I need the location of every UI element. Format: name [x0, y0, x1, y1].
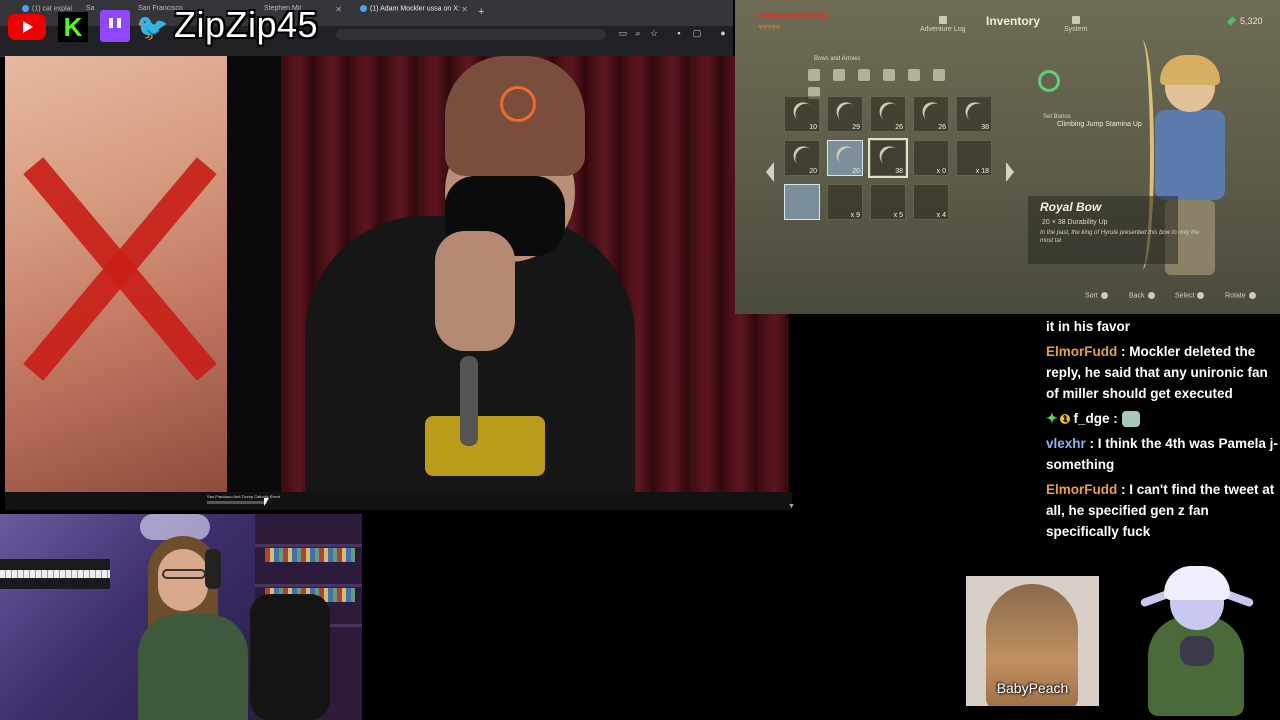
inventory-slot: 10 [784, 96, 820, 132]
avatar-label: BabyPeach [996, 680, 1069, 696]
button-icon [1147, 292, 1155, 299]
inventory-slot: 20 [784, 140, 820, 176]
streamer-top [138, 614, 248, 720]
inventory-slot: x 5 [870, 184, 906, 220]
inventory-slot-equipped [784, 184, 820, 220]
video-player[interactable] [5, 56, 789, 492]
hint-rotate: Rotate [1225, 292, 1256, 299]
glasses [162, 569, 206, 579]
inventory-slot: x 0 [913, 140, 949, 176]
inventory-slot: 26 [870, 96, 906, 132]
cast-icon[interactable]: ▭ [618, 28, 628, 38]
adventure-log-icon [938, 16, 947, 24]
star-icon[interactable]: ☆ [649, 28, 659, 38]
stamina-ring-icon [1038, 70, 1060, 92]
chat-username: ElmorFudd [1046, 482, 1118, 497]
chat-message: ✦ 1 f_dge : [1046, 408, 1280, 429]
inventory-slot: x 4 [913, 184, 949, 220]
chat-username: f_dge [1073, 411, 1110, 426]
chat-username: ElmorFudd [1046, 344, 1118, 359]
chat-message: vlexhr : I think the 4th was Pamela j-so… [1046, 436, 1278, 472]
twitter-icon [360, 5, 367, 12]
browser-tab-active[interactable]: (1) Adam Mockler ussa on X: ✕ [360, 5, 470, 22]
extra-hearts: ♥♥♥♥♥ [758, 22, 781, 32]
inventory-slot-equipped: 20 [827, 140, 863, 176]
item-stats: 20 × 38 Durability Up [1042, 219, 1108, 226]
category-label: Bows and Arrows [814, 56, 861, 62]
inventory-slot: x 18 [956, 140, 992, 176]
bow-icon [833, 69, 845, 81]
food-icon [933, 69, 945, 81]
chat-overlay: it in his favor ElmorFudd : Mockler dele… [1046, 306, 1280, 556]
headphones-icon [205, 549, 221, 589]
button-icon [1248, 292, 1256, 299]
profile-icon[interactable]: ● [718, 28, 728, 38]
weapon-icon [808, 69, 820, 81]
webcam-feed [0, 514, 362, 720]
hint-back: Back [1129, 292, 1155, 299]
mouse-cursor-icon [264, 498, 269, 506]
inventory-slot-selected: 38 [868, 138, 908, 178]
kick-icon: K [58, 12, 88, 42]
inventory-slot: x 9 [827, 184, 863, 220]
youtube-icon [8, 14, 46, 40]
button-icon [1100, 292, 1108, 299]
extension-icon[interactable]: ▪ [674, 28, 684, 38]
player-controls[interactable] [5, 492, 792, 510]
game-tab-adventure-log: Adventure Log [920, 16, 966, 33]
twitter-icon [22, 5, 29, 12]
video-progress-bar[interactable] [207, 501, 267, 504]
streamer-face [158, 549, 208, 611]
shirt-graphic [425, 416, 545, 476]
piano-keys [0, 570, 110, 578]
gaming-chair [250, 594, 330, 720]
inventory-slot: 26 [913, 96, 949, 132]
system-icon [1071, 16, 1080, 24]
microphone [460, 356, 478, 446]
button-icon [1197, 292, 1205, 299]
elf-mascot [1139, 566, 1255, 716]
video-title: San Francisco Anti-Trump Catholic Event [207, 494, 280, 499]
armor-icon [883, 69, 895, 81]
inventory-slot: 38 [956, 96, 992, 132]
game-tab-system: System [1064, 16, 1087, 33]
emote-icon [1121, 411, 1140, 428]
inventory-slot: 29 [827, 96, 863, 132]
shield-icon [858, 69, 870, 81]
scroll-down-icon[interactable]: ▼ [788, 503, 795, 510]
game-tab-inventory: Inventory [986, 14, 1041, 28]
performer-hand [435, 231, 515, 351]
chat-message: ElmorFudd : Mockler deleted the reply, h… [1046, 344, 1268, 401]
chat-username: vlexhr [1046, 436, 1086, 451]
cap-logo-icon [500, 86, 536, 122]
hint-select: Select [1175, 292, 1205, 299]
rupee-count: 5,320 [1240, 16, 1263, 26]
badge-icon: 1 [1059, 414, 1070, 425]
item-description: In the past, the king of Hyrule presente… [1040, 230, 1200, 244]
cat-icon [1180, 636, 1214, 666]
search-icon[interactable]: ⌕ [633, 28, 643, 38]
close-tab-icon[interactable]: ✕ [461, 5, 468, 14]
set-bonus-label: Set Bonus [1043, 114, 1071, 120]
subscriber-badge-icon: ✦ [1046, 410, 1058, 426]
category-icons [808, 68, 978, 99]
streamer-handle: ZipZip45 [174, 4, 319, 45]
close-tab-icon[interactable]: ✕ [335, 5, 342, 14]
twitch-icon [100, 10, 130, 42]
new-tab-button[interactable]: + [478, 6, 484, 18]
hint-sort: Sort [1085, 292, 1108, 299]
window-icon[interactable]: ▢ [692, 28, 702, 38]
chat-message: ElmorFudd : I can't find the tweet at al… [1046, 482, 1275, 539]
material-icon [908, 69, 920, 81]
item-name: Royal Bow [1040, 200, 1102, 214]
twitter-icon: 🐦 [136, 12, 169, 42]
heart-containers: ♥♥♥♥♥♥♥♥♥♥♥♥♥♥♥♥ [758, 11, 829, 21]
chat-message: it in his favor [1046, 319, 1131, 334]
inventory-grid: 10 29 26 26 38 20 20 38 x 0 x 18 x 9 x 5… [760, 96, 1010, 226]
video-left-image [5, 56, 227, 492]
address-bar[interactable] [336, 29, 606, 40]
